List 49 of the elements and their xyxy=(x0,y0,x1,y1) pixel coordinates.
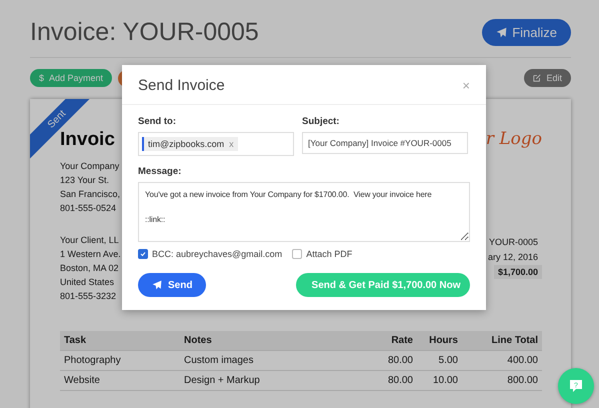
message-field[interactable]: You've got a new invoice from Your Company for $1700.00. View your invoice here ::link:: xyxy=(138,182,470,242)
client-line: Your Client, LL xyxy=(60,235,119,245)
close-button[interactable]: × xyxy=(462,78,470,93)
message-label: Message: xyxy=(138,166,182,177)
send-icon xyxy=(496,27,508,38)
invoice-heading: Invoic xyxy=(60,129,115,151)
subject-field[interactable]: [Your Company] Invoice #YOUR-0005 xyxy=(302,132,468,154)
option-checkbox[interactable]: Attach PDF xyxy=(292,249,352,259)
company-line: 801-555-0524 xyxy=(60,203,116,213)
recipient-tag[interactable]: tim@zipbooks.com x xyxy=(142,137,238,151)
client-line: Boston, MA 02 xyxy=(60,263,119,273)
client-line: United States xyxy=(60,277,114,287)
edit-button[interactable]: Edit xyxy=(524,69,571,87)
table-cell-text: Custom images xyxy=(183,354,254,368)
column-header: Hours xyxy=(428,334,459,348)
table-cell-text: 800.00 xyxy=(506,374,539,388)
logo-text: r Logo xyxy=(486,129,542,151)
send-to-label: Send to: xyxy=(138,116,177,127)
send-button[interactable]: Send xyxy=(138,273,206,297)
dollar-icon: $ xyxy=(39,73,44,83)
column-header: Task xyxy=(63,334,88,348)
client-line: 801-555-3232 xyxy=(60,291,116,301)
company-line: 123 Your St. xyxy=(60,175,110,185)
subject-label: Subject: xyxy=(302,116,340,127)
check-icon xyxy=(140,251,146,257)
company-line: San Francisco, xyxy=(60,189,120,199)
column-header: Notes xyxy=(183,334,213,348)
table-cell-text: Photography xyxy=(63,354,122,368)
table-cell-text: Design + Markup xyxy=(183,374,261,388)
column-header: Line Total xyxy=(490,334,539,348)
dialog-title: Send Invoice xyxy=(138,77,225,94)
send-icon xyxy=(152,280,162,290)
table-cell-text: 5.00 xyxy=(438,354,459,368)
edit-icon xyxy=(533,74,542,82)
invoice-meta: YOUR-0005 xyxy=(488,236,539,249)
client-line: 1 Western Ave. xyxy=(60,249,121,259)
company-line: Your Company xyxy=(60,161,120,171)
invoice-meta: $1,700.00 xyxy=(494,265,542,279)
option-checkbox[interactable]: BCC: aubreychaves@gmail.com xyxy=(138,249,282,259)
table-cell-text: 400.00 xyxy=(506,354,539,368)
column-header: Rate xyxy=(390,334,414,348)
invoice-meta: ary 12, 2016 xyxy=(486,251,539,264)
table-cell-text: Website xyxy=(63,374,101,388)
page-title: Invoice: YOUR-0005 xyxy=(30,18,259,47)
table-cell-text: 80.00 xyxy=(386,354,414,368)
finalize-button[interactable]: Finalize xyxy=(482,19,571,46)
recipients-field[interactable]: tim@zipbooks.com x xyxy=(138,132,294,156)
table-cell-text: 10.00 xyxy=(432,374,459,388)
table-cell-text: 80.00 xyxy=(386,374,414,388)
